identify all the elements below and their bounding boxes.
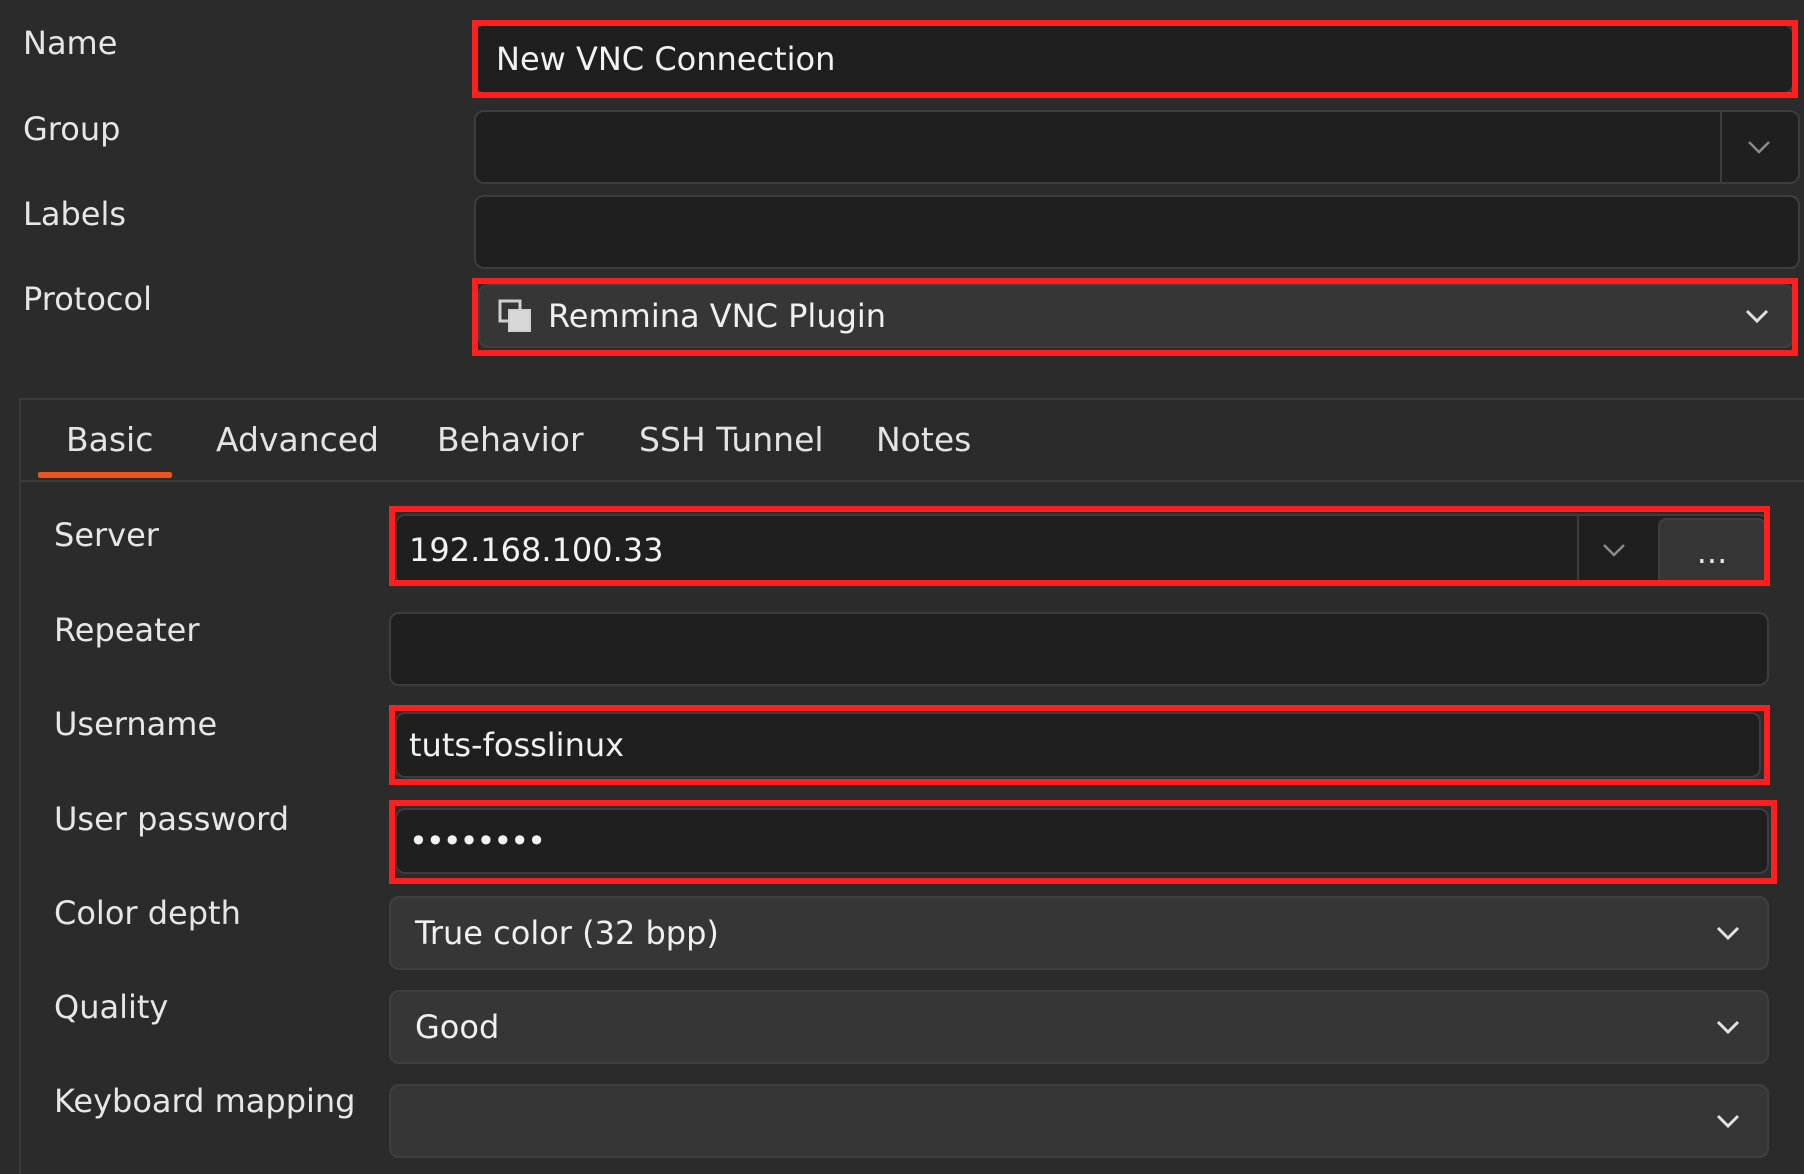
labels-input[interactable]: [474, 195, 1800, 269]
color-depth-label: Color depth: [54, 894, 241, 932]
protocol-label: Protocol: [23, 280, 152, 318]
name-label: Name: [23, 24, 118, 62]
active-tab-indicator: [38, 472, 172, 478]
tab-ssh-tunnel[interactable]: SSH Tunnel: [639, 420, 824, 459]
group-label: Group: [23, 110, 121, 148]
name-input[interactable]: New VNC Connection: [474, 24, 1794, 94]
username-input[interactable]: tuts-fosslinux: [395, 712, 1761, 778]
keyboard-mapping-combo[interactable]: [389, 1084, 1769, 1158]
remmina-plugin-icon: [498, 299, 531, 332]
keyboard-mapping-label: Keyboard mapping: [54, 1082, 356, 1120]
protocol-combo[interactable]: Remmina VNC Plugin: [478, 284, 1794, 348]
server-label: Server: [54, 516, 159, 554]
chevron-down-icon: [1745, 309, 1769, 324]
color-depth-combo[interactable]: True color (32 bpp): [389, 896, 1769, 970]
quality-combo[interactable]: Good: [389, 990, 1769, 1064]
server-input-value: 192.168.100.33: [409, 531, 664, 569]
chevron-down-icon: [1716, 926, 1740, 941]
user-password-label: User password: [54, 800, 290, 838]
user-password-value: ••••••••: [409, 822, 546, 860]
tab-advanced[interactable]: Advanced: [216, 420, 379, 459]
group-dropdown-button[interactable]: [1720, 112, 1798, 182]
tab-notes[interactable]: Notes: [876, 420, 971, 459]
quality-label: Quality: [54, 988, 169, 1026]
repeater-input[interactable]: [389, 612, 1769, 686]
server-history-dropdown[interactable]: [1577, 516, 1653, 584]
server-browse-button[interactable]: ...: [1658, 518, 1766, 586]
name-input-value: New VNC Connection: [496, 40, 836, 78]
tab-basic[interactable]: Basic: [66, 420, 153, 459]
protocol-combo-value: Remmina VNC Plugin: [548, 297, 887, 335]
color-depth-value: True color (32 bpp): [415, 914, 719, 952]
username-input-value: tuts-fosslinux: [409, 726, 625, 764]
chevron-down-icon: [1716, 1020, 1740, 1035]
user-password-input[interactable]: ••••••••: [395, 808, 1769, 874]
chevron-down-icon: [1748, 141, 1770, 154]
tab-behavior[interactable]: Behavior: [437, 420, 584, 459]
quality-value: Good: [415, 1008, 500, 1046]
chevron-down-icon: [1716, 1114, 1740, 1129]
labels-label: Labels: [23, 195, 126, 233]
group-combo[interactable]: [474, 110, 1800, 184]
username-label: Username: [54, 705, 218, 743]
server-browse-label: ...: [1696, 533, 1728, 571]
tab-bar-divider: [19, 480, 1804, 482]
server-combo[interactable]: 192.168.100.33: [395, 514, 1769, 586]
repeater-label: Repeater: [54, 611, 200, 649]
chevron-down-icon: [1603, 544, 1625, 557]
